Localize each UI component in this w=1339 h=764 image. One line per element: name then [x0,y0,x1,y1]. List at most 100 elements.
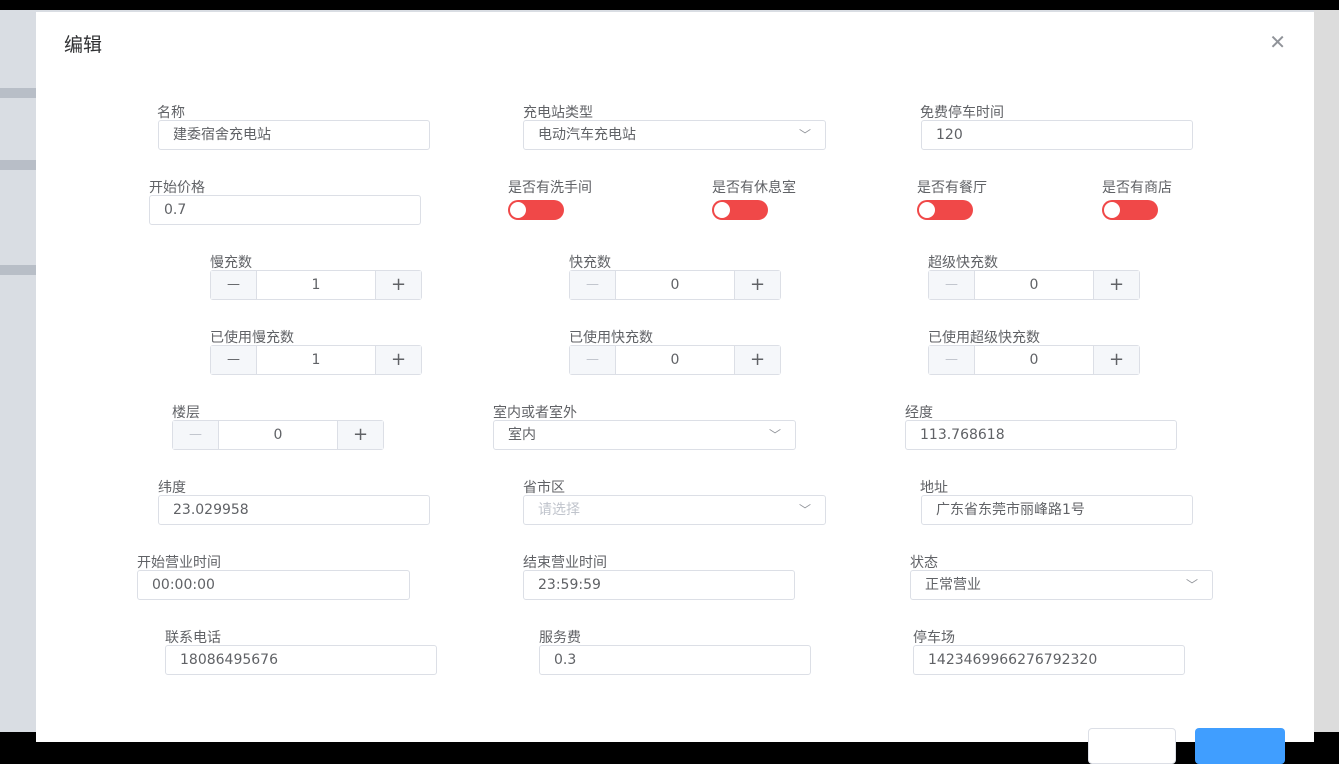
edit-dialog: 编辑 ✕ 名称建委宿舍充电站 充电站类型电动汽车充电站 ﹀ 免费停车时间 120 开始价格… [36,12,1314,764]
has-restaurant-toggle[interactable] [917,200,973,220]
background-scrollbar [1314,10,1339,732]
minus-button[interactable]: — [211,346,257,374]
input-value: 00:00:00 [152,577,215,593]
selected-value: 请选择 [538,502,580,518]
stepper-value[interactable]: 1 [257,346,375,374]
latitude-input[interactable]: 23.029958 [158,495,430,525]
fast-count-label: 快充数 [569,255,611,271]
input-value: 113.768618 [920,427,1005,443]
toggle-knob [510,202,526,218]
used-slow-stepper[interactable]: —1 + [210,345,422,375]
plus-button[interactable]: + [1093,346,1139,374]
plus-button[interactable]: + [375,271,421,299]
chevron-down-icon: ﹀ [798,503,811,517]
input-value: 1423469966276792320 [928,652,1098,668]
indoor-select[interactable]: 室内 ﹀ [493,420,796,450]
stepper-value[interactable]: 0 [975,271,1093,299]
toggle-knob [919,202,935,218]
service-fee-input[interactable]: 0.3 [539,645,811,675]
plus-button[interactable]: + [337,421,383,449]
background-bar [0,160,36,170]
cancel-button[interactable] [1088,728,1176,764]
stepper-value[interactable]: 0 [975,346,1093,374]
floor-stepper[interactable]: —0 + [172,420,384,450]
selected-value: 室内 [508,427,536,443]
plus-button[interactable]: + [734,271,780,299]
parking-lot-label: 停车场 [913,630,955,646]
name-label: 名称 [157,105,185,121]
slow-count-label: 慢充数 [210,255,252,271]
parking-lot-input[interactable]: 1423469966276792320 [913,645,1185,675]
phone-input[interactable]: 18086495676 [165,645,437,675]
name-input[interactable]: 建委宿舍充电站 [158,120,430,150]
minus-button[interactable]: — [929,271,975,299]
input-value: 23.029958 [173,502,249,518]
input-value: 0.7 [164,202,187,218]
background-bar [0,265,36,275]
station-type-label: 充电站类型 [523,105,593,121]
status-select[interactable]: 正常营业 ﹀ [910,570,1213,600]
has-lounge-toggle[interactable] [712,200,768,220]
fast-count-stepper[interactable]: —0 + [569,270,781,300]
dialog-title: 编辑 [64,34,103,56]
start-price-label: 开始价格 [149,180,205,196]
plus-button[interactable]: + [734,346,780,374]
toggle-knob [1104,202,1120,218]
close-time-input[interactable]: 23:59:59 [523,570,795,600]
has-shop-label: 是否有商店 [1102,180,1172,196]
input-value: 23:59:59 [538,577,601,593]
has-restaurant-label: 是否有餐厅 [917,180,987,196]
latitude-label: 纬度 [158,480,186,496]
start-price-input[interactable]: 0.7 [149,195,421,225]
region-select[interactable]: 请选择 ﹀ [523,495,826,525]
status-label: 状态 [910,555,938,571]
open-time-input[interactable]: 00:00:00 [137,570,410,600]
has-shop-toggle[interactable] [1102,200,1158,220]
free-parking-label: 免费停车时间 [920,105,1004,121]
phone-label: 联系电话 [165,630,221,646]
chevron-down-icon: ﹀ [768,428,781,442]
chevron-down-icon: ﹀ [798,128,811,142]
used-super-label: 已使用超级快充数 [928,330,1040,346]
service-fee-label: 服务费 [539,630,581,646]
address-input[interactable]: 广东省东莞市丽峰路1号 [921,495,1193,525]
chevron-down-icon: ﹀ [1185,578,1198,592]
plus-button[interactable]: + [1093,271,1139,299]
floor-label: 楼层 [172,405,200,421]
minus-button[interactable]: — [570,346,616,374]
selected-value: 电动汽车充电站 [538,127,636,143]
has-toilet-toggle[interactable] [508,200,564,220]
stepper-value[interactable]: 0 [219,421,337,449]
minus-button[interactable]: — [570,271,616,299]
address-label: 地址 [920,480,948,496]
used-fast-label: 已使用快充数 [569,330,653,346]
free-parking-input[interactable]: 120 [921,120,1193,150]
station-type-select[interactable]: 电动汽车充电站 ﹀ [523,120,826,150]
stepper-value[interactable]: 1 [257,271,375,299]
used-slow-label: 已使用慢充数 [210,330,294,346]
input-value: 建委宿舍充电站 [173,127,271,143]
minus-button[interactable]: — [211,271,257,299]
minus-button[interactable]: — [173,421,219,449]
stepper-value[interactable]: 0 [616,346,734,374]
used-super-stepper[interactable]: —0 + [928,345,1140,375]
longitude-label: 经度 [905,405,933,421]
close-time-label: 结束营业时间 [523,555,607,571]
input-value: 0.3 [554,652,577,668]
minus-button[interactable]: — [929,346,975,374]
used-fast-stepper[interactable]: —0 + [569,345,781,375]
has-toilet-label: 是否有洗手间 [508,180,592,196]
longitude-input[interactable]: 113.768618 [905,420,1177,450]
close-icon[interactable]: ✕ [1269,30,1286,54]
input-value: 广东省东莞市丽峰路1号 [936,502,1085,518]
has-lounge-label: 是否有休息室 [712,180,796,196]
super-count-stepper[interactable]: —0 + [928,270,1140,300]
background-bar [0,88,36,98]
toggle-knob [714,202,730,218]
confirm-button[interactable] [1195,728,1285,764]
slow-count-stepper[interactable]: —1 + [210,270,422,300]
plus-button[interactable]: + [375,346,421,374]
selected-value: 正常营业 [925,577,981,593]
stepper-value[interactable]: 0 [616,271,734,299]
indoor-label: 室内或者室外 [493,405,577,421]
